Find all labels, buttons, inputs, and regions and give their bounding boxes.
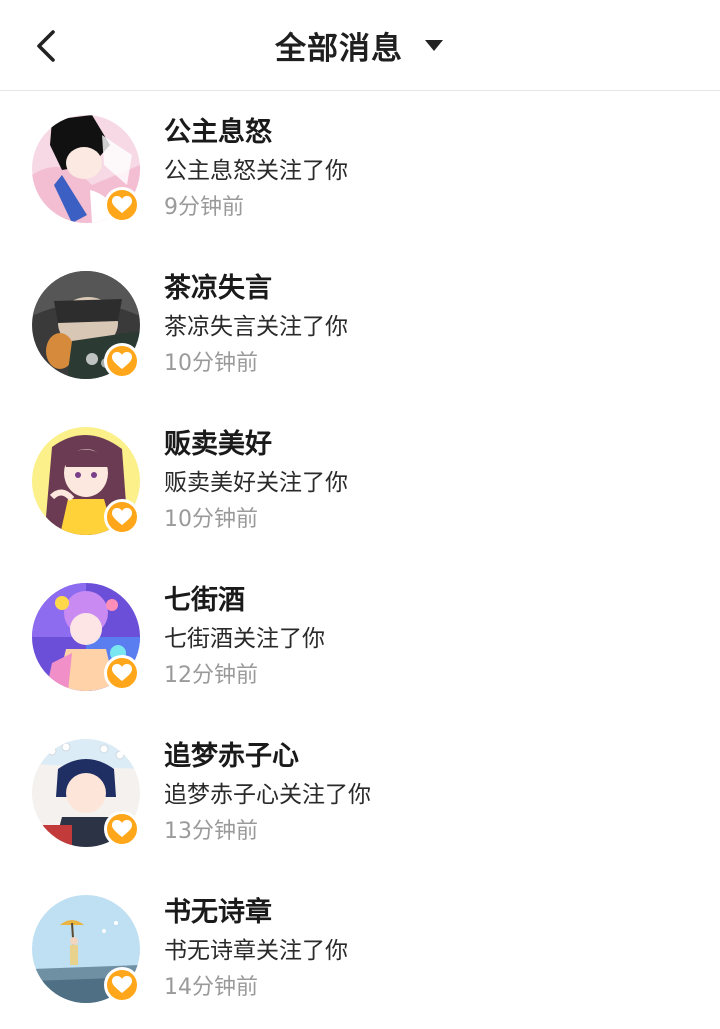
message-filter-dropdown[interactable]: 全部消息	[0, 0, 720, 91]
timestamp: 14分钟前	[164, 975, 258, 1000]
list-item[interactable]: 公主息怒 公主息怒关注了你 9分钟前	[0, 92, 720, 248]
list-item[interactable]: 茶凉失言 茶凉失言关注了你 10分钟前	[0, 248, 720, 404]
message-text: 七街酒关注了你	[164, 626, 325, 652]
list-item[interactable]: 七街酒 七街酒关注了你 12分钟前	[0, 560, 720, 716]
list-item[interactable]: 追梦赤子心 追梦赤子心关注了你 13分钟前	[0, 716, 720, 872]
list-item[interactable]: 书无诗章 书无诗章关注了你 14分钟前	[0, 872, 720, 1028]
user-name: 公主息怒	[164, 117, 272, 148]
heart-icon	[104, 811, 140, 847]
caret-down-icon	[423, 39, 445, 53]
user-name: 追梦赤子心	[164, 741, 299, 772]
message-text: 书无诗章关注了你	[164, 938, 348, 964]
timestamp: 9分钟前	[164, 195, 244, 220]
user-name: 茶凉失言	[164, 273, 272, 304]
message-list: 公主息怒 公主息怒关注了你 9分钟前 茶凉失言 茶凉失言关注了你 10分钟前 贩…	[0, 92, 720, 1028]
page-title: 全部消息	[275, 31, 403, 67]
timestamp: 10分钟前	[164, 351, 258, 376]
top-bar: 全部消息	[0, 0, 720, 91]
timestamp: 12分钟前	[164, 663, 258, 688]
heart-icon	[104, 499, 140, 535]
user-name: 七街酒	[164, 585, 245, 616]
heart-icon	[104, 655, 140, 691]
timestamp: 13分钟前	[164, 819, 258, 844]
heart-icon	[104, 343, 140, 379]
message-text: 茶凉失言关注了你	[164, 314, 348, 340]
heart-icon	[104, 187, 140, 223]
heart-icon	[104, 967, 140, 1003]
user-name: 书无诗章	[164, 897, 272, 928]
message-text: 公主息怒关注了你	[164, 158, 348, 184]
message-text: 追梦赤子心关注了你	[164, 782, 371, 808]
timestamp: 10分钟前	[164, 507, 258, 532]
user-name: 贩卖美好	[164, 429, 272, 460]
list-item[interactable]: 贩卖美好 贩卖美好关注了你 10分钟前	[0, 404, 720, 560]
message-text: 贩卖美好关注了你	[164, 470, 348, 496]
